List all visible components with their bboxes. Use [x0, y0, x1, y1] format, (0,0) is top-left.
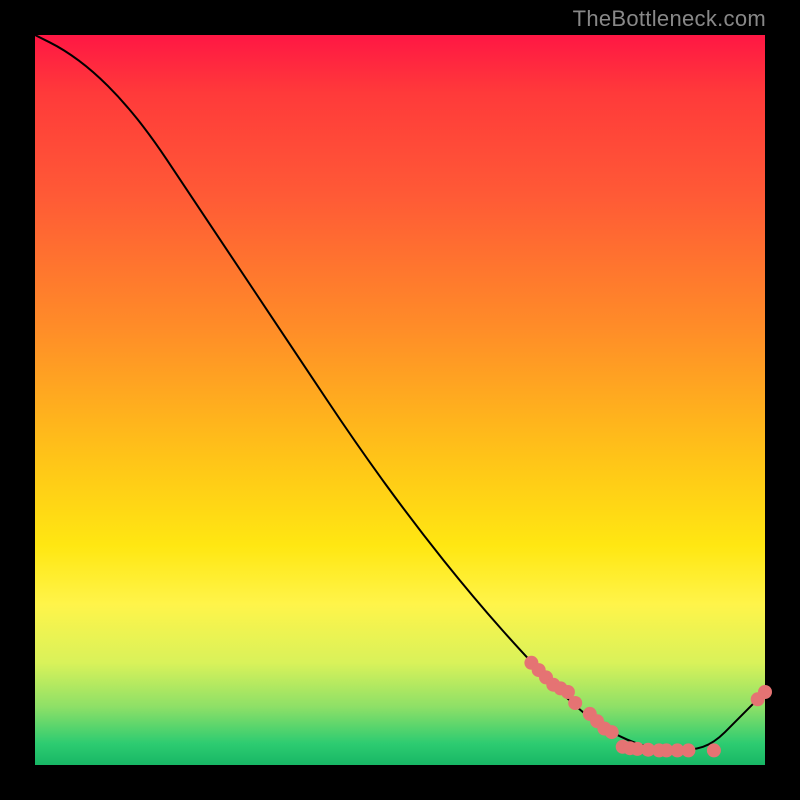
watermark-text: TheBottleneck.com — [573, 6, 766, 32]
plot-area — [35, 35, 765, 765]
chart-svg — [35, 35, 765, 765]
bottleneck-curve — [35, 35, 765, 750]
curve-layer — [35, 35, 765, 750]
data-point-marker — [707, 743, 721, 757]
data-point-marker — [681, 743, 695, 757]
data-point-marker — [568, 696, 582, 710]
data-point-marker — [605, 725, 619, 739]
data-point-marker — [758, 685, 772, 699]
marker-layer — [524, 656, 772, 758]
chart-frame: TheBottleneck.com — [0, 0, 800, 800]
